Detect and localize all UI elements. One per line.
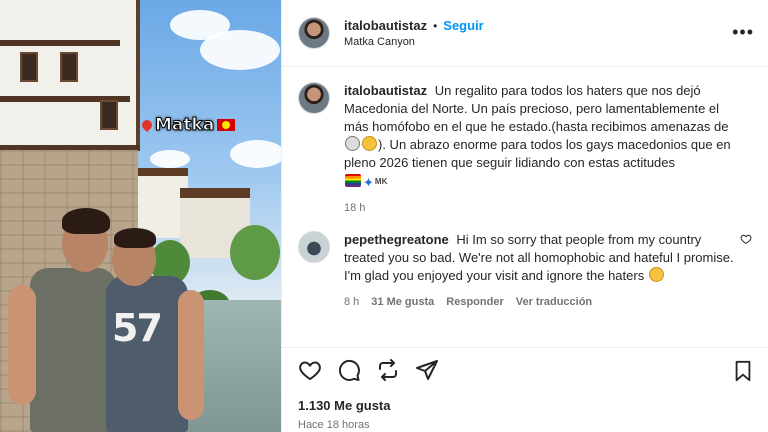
post-timestamp[interactable]: Hace 18 horas	[298, 419, 370, 431]
hair	[62, 208, 110, 234]
location-pin-icon	[139, 117, 155, 133]
likes-count[interactable]: 1.130 Me gusta	[298, 398, 391, 413]
header-top-row: italobautistaz • Seguir	[344, 18, 484, 33]
share-send-icon[interactable]	[415, 358, 439, 382]
macedonia-flag-icon	[217, 119, 236, 131]
wood-beam	[0, 40, 120, 46]
more-options-icon[interactable]: •••	[732, 22, 754, 43]
comment-meta: 8 h 31 Me gusta Responder Ver traducción	[344, 293, 734, 311]
man-right	[106, 276, 188, 432]
arm	[178, 290, 204, 420]
post-location[interactable]: Matka Canyon	[344, 36, 484, 48]
comment-item: pepethegreatone Hi Im so sorry that peop…	[298, 231, 752, 311]
sparkle-emoji-icon: ✦	[363, 175, 374, 190]
post-view: 57 Matka italobautistaz • Seguir Matka C…	[0, 0, 768, 432]
caption-username[interactable]: italobautistaz	[344, 83, 427, 98]
comment-body: pepethegreatone Hi Im so sorry that peop…	[344, 231, 752, 311]
separator-dot: •	[433, 18, 438, 33]
cloud	[150, 150, 190, 168]
like-heart-icon[interactable]	[298, 358, 322, 382]
cloud	[200, 30, 280, 70]
like-comment-heart-icon[interactable]	[740, 233, 752, 245]
reply-button[interactable]: Responder	[446, 293, 503, 311]
follow-button[interactable]: Seguir	[443, 18, 483, 33]
commenter-avatar[interactable]	[298, 231, 330, 263]
author-avatar[interactable]	[298, 17, 330, 49]
caption-meta: 18 h	[344, 199, 734, 217]
man-left	[30, 268, 116, 432]
post-photo[interactable]: 57 Matka	[0, 0, 281, 432]
comments-section[interactable]: italobautistaz Un regalito para todos lo…	[282, 68, 768, 347]
arm	[8, 285, 36, 405]
hair	[114, 228, 156, 248]
see-translation-button[interactable]: Ver traducción	[516, 293, 592, 311]
building-window	[100, 100, 118, 130]
shirt-number: 57	[112, 306, 163, 350]
author-avatar[interactable]	[298, 82, 330, 114]
cloud	[230, 140, 281, 168]
action-bar	[282, 347, 768, 392]
post-header: italobautistaz • Seguir Matka Canyon •••	[282, 0, 768, 67]
caption: italobautistaz Un regalito para todos lo…	[298, 82, 752, 217]
comment-bubble-icon[interactable]	[337, 358, 361, 382]
comment-username[interactable]: pepethegreatone	[344, 232, 449, 247]
building-window	[20, 52, 38, 82]
skull-emoji-icon	[345, 136, 360, 151]
crying-face-emoji-icon	[362, 136, 377, 151]
comment-time[interactable]: 8 h	[344, 293, 359, 311]
location-sticker: Matka	[139, 115, 236, 136]
smiling-hearts-emoji-icon	[648, 267, 664, 282]
building-window	[60, 52, 78, 82]
caption-body: italobautistaz Un regalito para todos lo…	[344, 82, 752, 217]
post-details-panel: italobautistaz • Seguir Matka Canyon •••…	[281, 0, 768, 432]
rainbow-flag-emoji-icon	[345, 174, 361, 187]
comment-likes[interactable]: 31 Me gusta	[371, 293, 434, 311]
caption-text-part2: ). Un abrazo enorme para todos los gays …	[344, 137, 731, 170]
caption-time[interactable]: 18 h	[344, 199, 365, 217]
header-text: italobautistaz • Seguir Matka Canyon	[344, 18, 484, 48]
repost-icon[interactable]	[376, 358, 400, 382]
tree	[230, 225, 280, 280]
sticker-text: Matka	[154, 115, 215, 136]
flag-code: MK	[374, 177, 388, 186]
author-username[interactable]: italobautistaz	[344, 18, 427, 33]
save-bookmark-icon[interactable]	[732, 359, 754, 383]
